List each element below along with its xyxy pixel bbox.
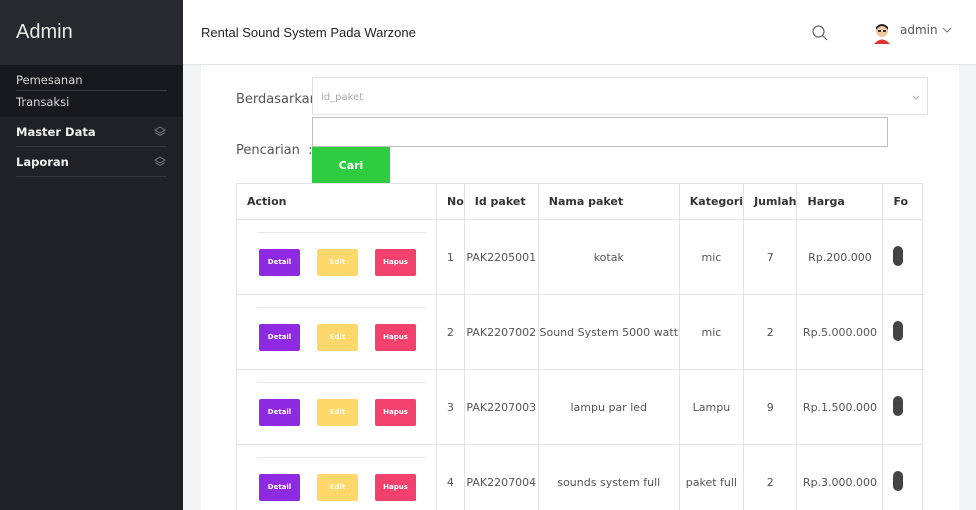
action-cell: Detail Edit Hapus — [236, 219, 437, 295]
main-panel: Berdasarkan: id_paket Pencarian : Cari A… — [201, 65, 959, 510]
cell-no: 2 — [436, 294, 465, 370]
cell-harga: Rp.3.000.000 — [796, 444, 884, 510]
layers-icon — [154, 156, 166, 167]
cell-kategori: mic — [678, 294, 745, 370]
action-cell: Detail Edit Hapus — [236, 444, 437, 510]
action-cell: Detail Edit Hapus — [236, 369, 437, 445]
topbar: Rental Sound System Pada Warzone admin — [183, 0, 976, 65]
pencarian-label: Pencarian : — [236, 143, 313, 158]
cell-nama: sounds system full — [537, 444, 680, 510]
product-photo — [893, 470, 904, 491]
product-photo — [893, 395, 904, 416]
sidebar-item-laporan[interactable]: Laporan — [0, 147, 183, 177]
cell-jumlah: 2 — [743, 444, 798, 510]
data-table: Action No Id paket Nama paket Kategori J… — [236, 183, 924, 510]
cell-foto — [882, 369, 924, 445]
cell-jumlah: 2 — [743, 294, 798, 370]
col-jumlah: Jumlah — [743, 183, 798, 220]
submenu: Pemesanan Transaksi — [0, 65, 183, 117]
username: admin — [900, 23, 938, 37]
filter-select-value: id_paket — [321, 92, 364, 103]
user-menu[interactable]: admin — [900, 23, 952, 37]
cell-foto — [882, 444, 924, 510]
sidebar-item-pemesanan[interactable]: Pemesanan — [0, 69, 183, 91]
avatar[interactable] — [871, 22, 893, 44]
table-row: Detail Edit Hapus 1 PAK2205001 kotak mic… — [236, 219, 924, 295]
cell-harga: Rp.5.000.000 — [796, 294, 884, 370]
cell-no: 4 — [436, 444, 465, 510]
filter-select[interactable]: id_paket — [312, 77, 928, 115]
col-kategori: Kategori — [678, 183, 745, 220]
chevron-down-icon — [912, 95, 920, 100]
product-photo — [893, 320, 904, 341]
hapus-button[interactable]: Hapus — [375, 248, 416, 276]
cell-id: PAK2207002 — [463, 294, 539, 370]
col-id-paket: Id paket — [463, 183, 539, 220]
cell-id: PAK2205001 — [463, 219, 539, 295]
col-no: No — [436, 183, 465, 220]
cell-kategori: Lampu — [678, 369, 745, 445]
cell-id: PAK2207004 — [463, 444, 539, 510]
hapus-button[interactable]: Hapus — [375, 473, 416, 501]
hapus-button[interactable]: Hapus — [375, 398, 416, 426]
cell-harga: Rp.1.500.000 — [796, 369, 884, 445]
edit-button[interactable]: Edit — [317, 323, 358, 351]
cell-harga: Rp.200.000 — [796, 219, 884, 295]
col-harga: Harga — [796, 183, 884, 220]
col-foto: Fo — [882, 183, 924, 220]
cell-jumlah: 7 — [743, 219, 798, 295]
table-row: Detail Edit Hapus 4 PAK2207004 sounds sy… — [236, 444, 924, 510]
table-row: Detail Edit Hapus 3 PAK2207003 lampu par… — [236, 369, 924, 445]
chevron-down-icon — [942, 27, 951, 33]
cell-nama: Sound System 5000 watt — [537, 294, 680, 370]
cell-nama: lampu par led — [537, 369, 680, 445]
col-nama-paket: Nama paket — [537, 183, 680, 220]
cell-nama: kotak — [537, 219, 680, 295]
cari-button[interactable]: Cari — [312, 147, 390, 183]
table-row: Detail Edit Hapus 2 PAK2207002 Sound Sys… — [236, 294, 924, 370]
col-action: Action — [236, 183, 437, 220]
berdasarkan-label: Berdasarkan: — [236, 92, 322, 107]
sidebar-item-master-data[interactable]: Master Data — [0, 117, 183, 147]
edit-button[interactable]: Edit — [317, 248, 358, 276]
detail-button[interactable]: Detail — [259, 398, 300, 426]
edit-button[interactable]: Edit — [317, 398, 358, 426]
hapus-button[interactable]: Hapus — [375, 323, 416, 351]
cell-kategori: paket full — [678, 444, 745, 510]
edit-button[interactable]: Edit — [317, 473, 358, 501]
search-icon[interactable] — [811, 24, 829, 42]
search-input[interactable] — [312, 117, 888, 147]
product-photo — [893, 245, 904, 266]
detail-button[interactable]: Detail — [259, 248, 300, 276]
cell-kategori: mic — [678, 219, 745, 295]
sidebar-item-label: Master Data — [16, 125, 96, 139]
sidebar-item-label: Laporan — [16, 155, 69, 169]
cell-no: 1 — [436, 219, 465, 295]
cell-id: PAK2207003 — [463, 369, 539, 445]
brand-title: Admin — [0, 0, 183, 65]
page-title: Rental Sound System Pada Warzone — [201, 24, 416, 40]
layers-icon — [154, 126, 166, 137]
action-cell: Detail Edit Hapus — [236, 294, 437, 370]
sidebar-item-transaksi[interactable]: Transaksi — [0, 91, 183, 113]
cell-foto — [882, 219, 924, 295]
detail-button[interactable]: Detail — [259, 473, 300, 501]
sidebar: Admin Pemesanan Transaksi Master Data La… — [0, 0, 183, 510]
detail-button[interactable]: Detail — [259, 323, 300, 351]
cell-no: 3 — [436, 369, 465, 445]
cell-jumlah: 9 — [743, 369, 798, 445]
cell-foto — [882, 294, 924, 370]
